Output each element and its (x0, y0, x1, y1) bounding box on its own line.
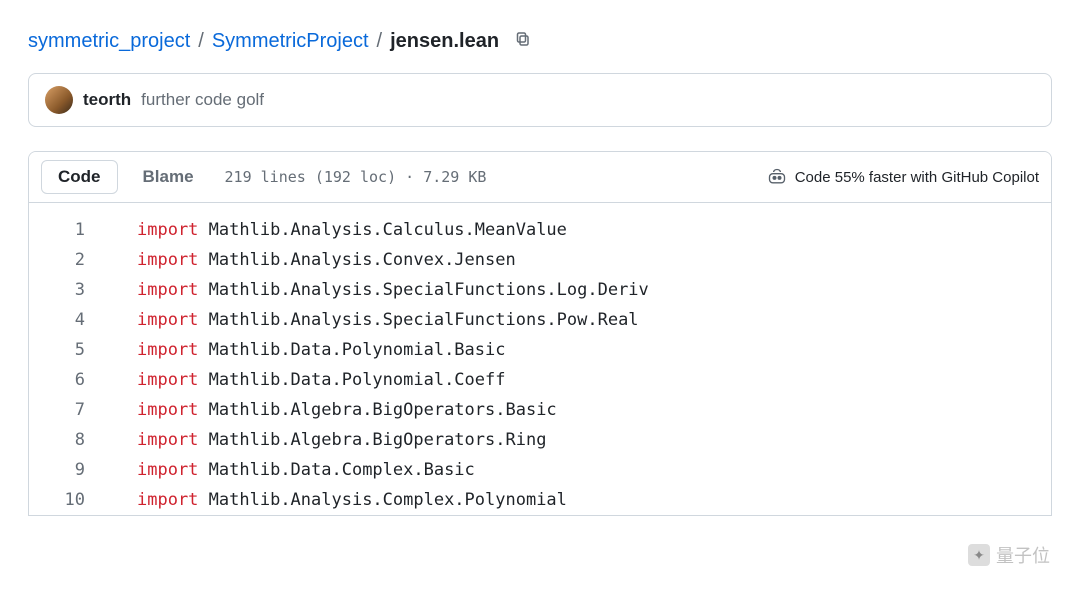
line-number[interactable]: 6 (29, 365, 109, 395)
breadcrumb-current-file: jensen.lean (390, 30, 499, 53)
code-content[interactable]: import Mathlib.Data.Polynomial.Basic (109, 335, 1051, 365)
copilot-text: Code 55% faster with GitHub Copilot (795, 169, 1039, 186)
code-line: 1 import Mathlib.Analysis.Calculus.MeanV… (29, 215, 1051, 245)
tab-group: Code Blame (41, 160, 211, 194)
file-header: Code Blame 219 lines (192 loc) · 7.29 KB… (29, 152, 1051, 203)
line-number[interactable]: 4 (29, 305, 109, 335)
breadcrumb-repo-link[interactable]: symmetric_project (28, 30, 190, 53)
copilot-icon (767, 167, 787, 187)
tab-blame[interactable]: Blame (126, 160, 211, 194)
commit-message[interactable]: further code golf (141, 90, 264, 110)
wechat-icon: ✦ (968, 544, 990, 566)
file-info: 219 lines (192 loc) · 7.29 KB (225, 168, 487, 186)
code-content[interactable]: import Mathlib.Analysis.Calculus.MeanVal… (109, 215, 1051, 245)
commit-author[interactable]: teorth (83, 90, 131, 110)
tab-code[interactable]: Code (41, 160, 118, 194)
code-line: 8 import Mathlib.Algebra.BigOperators.Ri… (29, 425, 1051, 455)
avatar[interactable] (45, 86, 73, 114)
code-content[interactable]: import Mathlib.Algebra.BigOperators.Basi… (109, 395, 1051, 425)
code-content[interactable]: import Mathlib.Analysis.Complex.Polynomi… (109, 485, 1051, 515)
watermark: ✦ 量子位 (968, 542, 1050, 568)
code-content[interactable]: import Mathlib.Analysis.SpecialFunctions… (109, 305, 1051, 335)
code-content[interactable]: import Mathlib.Data.Polynomial.Coeff (109, 365, 1051, 395)
code-content[interactable]: import Mathlib.Analysis.SpecialFunctions… (109, 275, 1051, 305)
line-number[interactable]: 3 (29, 275, 109, 305)
breadcrumb-separator: / (377, 30, 383, 53)
code-line: 6 import Mathlib.Data.Polynomial.Coeff (29, 365, 1051, 395)
code-line: 9 import Mathlib.Data.Complex.Basic (29, 455, 1051, 485)
code-line: 5 import Mathlib.Data.Polynomial.Basic (29, 335, 1051, 365)
line-number[interactable]: 7 (29, 395, 109, 425)
copilot-promo[interactable]: Code 55% faster with GitHub Copilot (767, 167, 1039, 187)
file-view: Code Blame 219 lines (192 loc) · 7.29 KB… (28, 151, 1052, 516)
code-line: 10 import Mathlib.Analysis.Complex.Polyn… (29, 485, 1051, 515)
line-number[interactable]: 1 (29, 215, 109, 245)
code-line: 7 import Mathlib.Algebra.BigOperators.Ba… (29, 395, 1051, 425)
line-number[interactable]: 8 (29, 425, 109, 455)
line-number[interactable]: 2 (29, 245, 109, 275)
code-line: 3 import Mathlib.Analysis.SpecialFunctio… (29, 275, 1051, 305)
watermark-text: 量子位 (996, 542, 1050, 568)
latest-commit-bar[interactable]: teorth further code golf (28, 73, 1052, 127)
breadcrumb: symmetric_project / SymmetricProject / j… (28, 30, 1052, 53)
code-area: 1 import Mathlib.Analysis.Calculus.MeanV… (29, 203, 1051, 515)
line-number[interactable]: 5 (29, 335, 109, 365)
breadcrumb-separator: / (198, 30, 204, 53)
copy-path-button[interactable] (507, 30, 531, 53)
code-line: 4 import Mathlib.Analysis.SpecialFunctio… (29, 305, 1051, 335)
code-line: 2 import Mathlib.Analysis.Convex.Jensen (29, 245, 1051, 275)
breadcrumb-folder-link[interactable]: SymmetricProject (212, 30, 369, 53)
line-number[interactable]: 10 (29, 485, 109, 515)
copy-icon (515, 31, 531, 47)
line-number[interactable]: 9 (29, 455, 109, 485)
code-content[interactable]: import Mathlib.Algebra.BigOperators.Ring (109, 425, 1051, 455)
code-content[interactable]: import Mathlib.Analysis.Convex.Jensen (109, 245, 1051, 275)
code-content[interactable]: import Mathlib.Data.Complex.Basic (109, 455, 1051, 485)
